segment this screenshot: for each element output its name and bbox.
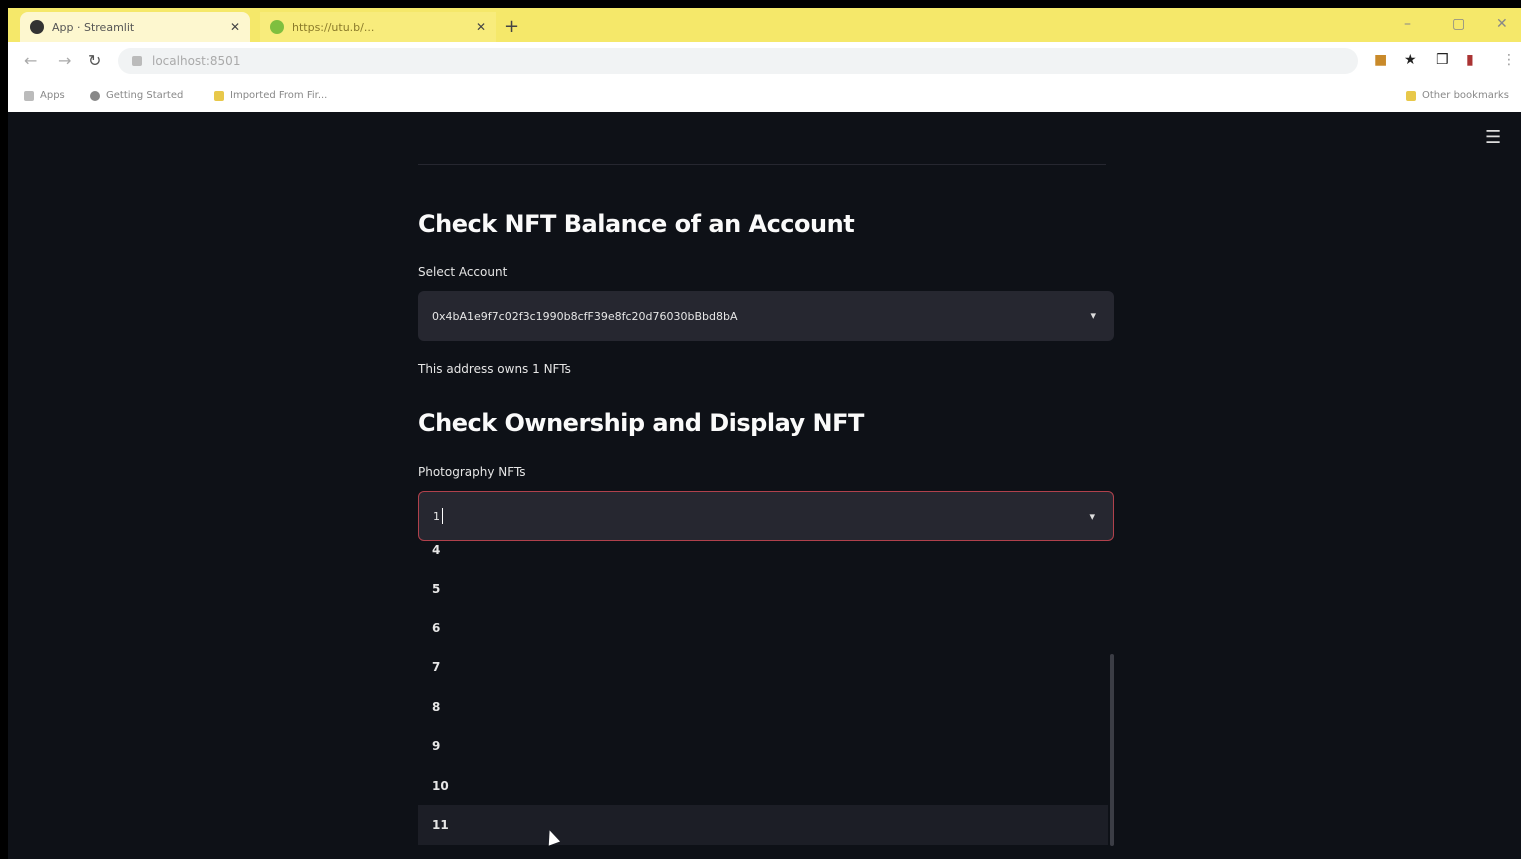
browser-chrome: App · Streamlit ✕ https://utu.b/... ✕ + … xyxy=(8,8,1521,112)
extension-icon[interactable]: ■ xyxy=(1374,52,1387,68)
dropdown-option[interactable]: 4 xyxy=(418,530,1108,570)
bookmark-apps[interactable]: Apps xyxy=(24,90,65,101)
bookmark-imported[interactable]: Imported From Fir... xyxy=(214,90,327,101)
hamburger-menu-icon[interactable]: ☰ xyxy=(1485,129,1501,147)
dropdown-option[interactable]: 8 xyxy=(418,687,1108,727)
bookmarks-bar: Apps Getting Started Imported From Fir..… xyxy=(8,80,1521,112)
close-tab-icon[interactable]: ✕ xyxy=(476,20,486,34)
tab-active[interactable]: https://utu.b/... ✕ xyxy=(260,12,496,42)
close-window-icon[interactable]: ✕ xyxy=(1496,16,1508,32)
dropdown-option[interactable]: 7 xyxy=(418,647,1108,687)
tab-title: App · Streamlit xyxy=(52,20,135,34)
chevron-down-icon: ▾ xyxy=(1090,309,1096,322)
extensions-puzzle-icon[interactable]: ❒ xyxy=(1436,52,1449,68)
star-icon[interactable]: ★ xyxy=(1404,52,1417,68)
select-account-label: Select Account xyxy=(418,265,508,279)
dropdown-option[interactable]: 10 xyxy=(418,766,1108,806)
dropdown-scrollbar[interactable] xyxy=(1110,654,1114,846)
nft-options-dropdown: 4 5 6 7 8 9 10 11 xyxy=(418,542,1114,852)
bookmark-favicon-icon xyxy=(90,90,100,101)
balance-info-text: This address owns 1 NFTs xyxy=(418,362,571,376)
photography-nfts-label: Photography NFTs xyxy=(418,465,526,479)
tab-title: https://utu.b/... xyxy=(292,20,375,34)
other-bookmarks[interactable]: Other bookmarks xyxy=(1406,90,1509,101)
menu-dots-icon[interactable]: ⋮ xyxy=(1502,52,1516,68)
tab-favicon-icon xyxy=(30,20,44,34)
reload-icon[interactable]: ↻ xyxy=(88,51,101,70)
dropdown-option[interactable]: 5 xyxy=(418,569,1108,609)
text-cursor xyxy=(442,508,443,524)
dropdown-option[interactable]: 6 xyxy=(418,608,1108,648)
section-divider xyxy=(418,164,1106,165)
ownership-section-title: Check Ownership and Display NFT xyxy=(418,409,864,437)
bookmark-getting-started[interactable]: Getting Started xyxy=(90,90,183,101)
apps-grid-icon xyxy=(24,90,34,101)
new-tab-button[interactable]: + xyxy=(504,16,519,37)
dropdown-option[interactable]: 9 xyxy=(418,726,1108,766)
chevron-down-icon: ▾ xyxy=(1089,510,1095,523)
profile-icon[interactable]: ▮ xyxy=(1466,52,1474,68)
address-text: localhost:8501 xyxy=(152,54,241,68)
minimize-icon[interactable]: – xyxy=(1404,16,1411,32)
site-info-icon[interactable] xyxy=(132,56,142,66)
tab-strip: App · Streamlit ✕ https://utu.b/... ✕ + … xyxy=(8,8,1521,42)
balance-section-title: Check NFT Balance of an Account xyxy=(418,210,855,238)
forward-icon[interactable]: → xyxy=(58,51,71,70)
folder-icon xyxy=(1406,90,1416,101)
browser-toolbar: ← → ↻ localhost:8501 ■ ★ ❒ ▮ ⋮ xyxy=(8,42,1521,80)
maximize-icon[interactable]: ▢ xyxy=(1452,16,1465,32)
app-main: ☰ Check NFT Balance of an Account Select… xyxy=(8,112,1521,859)
close-tab-icon[interactable]: ✕ xyxy=(230,20,240,34)
folder-icon xyxy=(214,90,224,101)
back-icon[interactable]: ← xyxy=(24,51,37,70)
tab-favicon-icon xyxy=(270,20,284,34)
account-select-value: 0x4bA1e9f7c02f3c1990b8cfF39e8fc20d76030b… xyxy=(432,309,738,323)
address-bar[interactable]: localhost:8501 xyxy=(118,48,1358,74)
dropdown-option-hovered[interactable]: 11 xyxy=(418,805,1108,845)
account-select[interactable]: 0x4bA1e9f7c02f3c1990b8cfF39e8fc20d76030b… xyxy=(418,291,1114,341)
tab-app[interactable]: App · Streamlit ✕ xyxy=(20,12,250,42)
nft-select-value: 1 xyxy=(433,509,440,523)
